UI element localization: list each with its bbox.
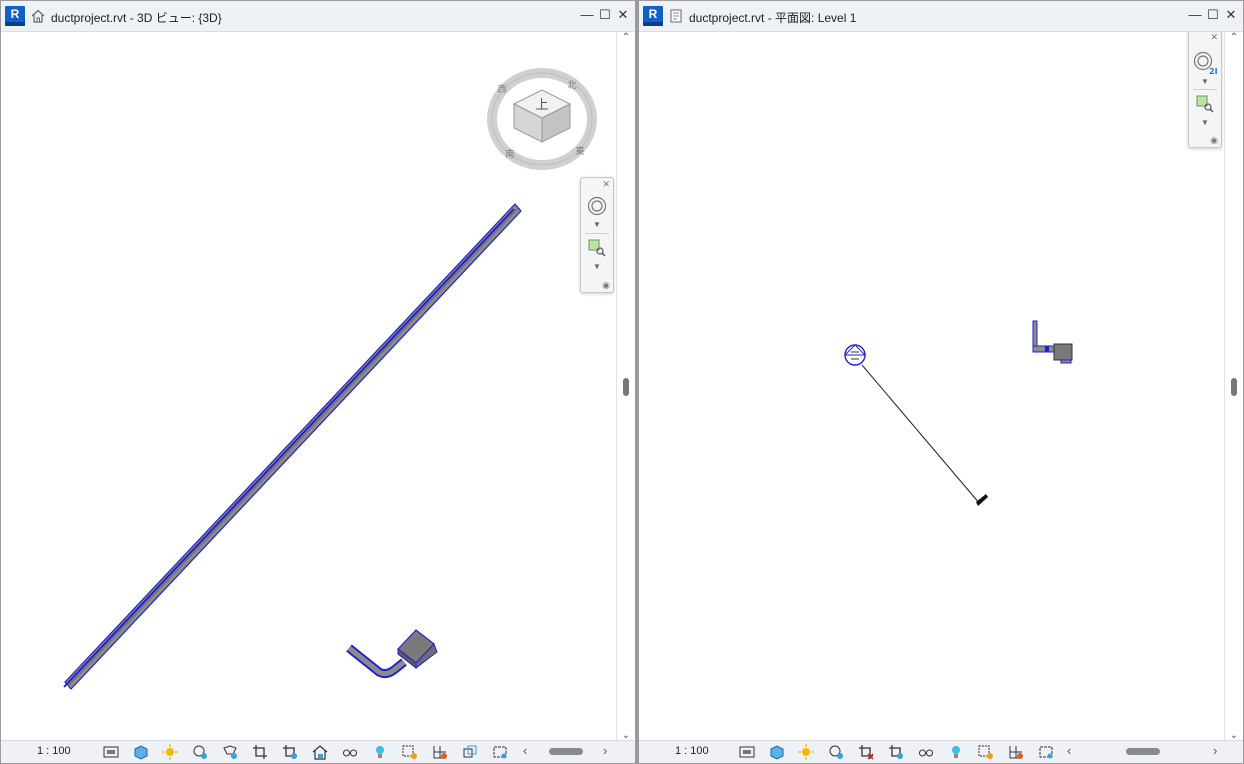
reveal-hidden-icon[interactable] xyxy=(948,744,964,760)
view-control-bar: 1 : 100 ‹ › xyxy=(1,740,635,763)
shadows-icon[interactable] xyxy=(192,744,208,760)
reveal-hidden-icon[interactable] xyxy=(372,744,388,760)
plan-graphics xyxy=(843,320,1073,506)
compass-north-label: 北 xyxy=(567,80,576,91)
viewcube[interactable]: 上 北 東 南 西 xyxy=(487,68,597,170)
compass-west-label: 西 xyxy=(497,84,506,95)
title-bar[interactable]: R ductproject.rvt - 平面図: Level 1 — ☐ ✕ xyxy=(639,1,1243,32)
horizontal-scroll-thumb[interactable] xyxy=(1126,748,1160,755)
window-title: ductproject.rvt - 3D ビュー: {3D} xyxy=(51,11,222,25)
scroll-up-arrow[interactable]: ⌃ xyxy=(617,32,635,43)
shadows-icon[interactable] xyxy=(828,744,844,760)
navbar-options-icon[interactable]: ◉ xyxy=(1210,135,1218,146)
chevron-down-icon[interactable]: ▼ xyxy=(593,220,601,229)
maximize-button[interactable]: ☐ xyxy=(597,7,613,23)
lock-3d-view-icon[interactable] xyxy=(312,744,328,760)
long-duct[interactable] xyxy=(63,203,522,690)
revit-logo-icon: R xyxy=(5,6,25,26)
crop-view-icon[interactable] xyxy=(252,744,268,760)
navigation-bar[interactable]: ✕ ▼ ▼ ◉ xyxy=(580,177,614,293)
visual-style-icon[interactable] xyxy=(769,744,785,760)
close-button[interactable]: ✕ xyxy=(615,7,631,23)
highlight-displacement-icon[interactable] xyxy=(462,744,478,760)
title-bar[interactable]: R ductproject.rvt - 3D ビュー: {3D} — ☐ ✕ xyxy=(1,1,635,32)
minimize-button[interactable]: — xyxy=(579,7,595,23)
nav-2d-label: 2D xyxy=(1209,67,1217,75)
elevation-marker[interactable] xyxy=(843,344,867,366)
maximize-button[interactable]: ☐ xyxy=(1205,7,1221,23)
revit-logo-icon: R xyxy=(643,6,663,26)
scroll-left-arrow[interactable]: ‹ xyxy=(1067,743,1071,758)
scroll-up-arrow[interactable]: ⌃ xyxy=(1225,32,1243,43)
navbar-options-icon[interactable]: ◉ xyxy=(602,280,610,291)
model-canvas-plan[interactable]: ✕ 2D ▼ ▼ ◉ xyxy=(640,32,1223,741)
analytical-model-icon[interactable] xyxy=(1008,744,1024,760)
vertical-scrollbar[interactable]: ⌃ ⌄ xyxy=(1224,32,1243,741)
navbar-close-icon[interactable]: ✕ xyxy=(602,179,610,190)
scroll-thumb[interactable] xyxy=(1231,378,1237,396)
house-3d-view-icon xyxy=(31,9,45,23)
view-window-plan[interactable]: R ductproject.rvt - 平面図: Level 1 — ☐ ✕ ✕… xyxy=(638,0,1244,764)
plan-view-icon xyxy=(670,9,682,23)
scroll-left-arrow[interactable]: ‹ xyxy=(523,743,527,758)
scroll-right-arrow[interactable]: › xyxy=(603,743,607,758)
view-control-bar: 1 : 100 ‹ › xyxy=(639,740,1243,763)
scroll-right-arrow[interactable]: › xyxy=(1213,743,1217,758)
close-button[interactable]: ✕ xyxy=(1223,7,1239,23)
chevron-down-icon[interactable]: ▼ xyxy=(593,262,601,271)
crop-view-icon[interactable] xyxy=(858,744,874,760)
temporary-hide-icon[interactable] xyxy=(342,744,358,760)
chevron-down-icon[interactable]: ▼ xyxy=(1201,77,1209,86)
temporary-view-properties-icon[interactable] xyxy=(978,744,994,760)
horizontal-scroll-thumb[interactable] xyxy=(549,748,583,755)
minimize-button[interactable]: — xyxy=(1187,7,1203,23)
compass-south-label: 南 xyxy=(505,148,514,160)
navigation-bar[interactable]: ✕ 2D ▼ ▼ ◉ xyxy=(1188,32,1222,148)
sun-path-icon[interactable] xyxy=(798,744,814,760)
temporary-hide-icon[interactable] xyxy=(918,744,934,760)
reveal-constraints-icon[interactable] xyxy=(492,744,508,760)
view-window-3d[interactable]: R ductproject.rvt - 3D ビュー: {3D} — ☐ ✕ 上… xyxy=(0,0,636,764)
elbow-duct-with-box[interactable] xyxy=(346,629,438,679)
navbar-divider xyxy=(585,233,609,234)
model-canvas-3d[interactable]: 上 北 東 南 西 ✕ ▼ ▼ ◉ xyxy=(2,32,615,741)
visual-style-icon[interactable] xyxy=(133,744,149,760)
detail-level-icon[interactable] xyxy=(739,744,755,760)
show-crop-region-icon[interactable] xyxy=(888,744,904,760)
reveal-constraints-icon[interactable] xyxy=(1038,744,1054,760)
vertical-scrollbar[interactable]: ⌃ ⌄ xyxy=(616,32,635,741)
scroll-thumb[interactable] xyxy=(623,378,629,396)
sun-path-icon[interactable] xyxy=(162,744,178,760)
zoom-region-icon[interactable] xyxy=(588,239,606,257)
navbar-close-icon[interactable]: ✕ xyxy=(1210,32,1218,43)
steering-wheel-icon[interactable] xyxy=(587,196,607,216)
section-line[interactable] xyxy=(861,364,988,506)
render-dialog-icon[interactable] xyxy=(222,744,238,760)
detail-level-icon[interactable] xyxy=(103,744,119,760)
navbar-divider xyxy=(1193,89,1217,90)
show-crop-region-icon[interactable] xyxy=(282,744,298,760)
steering-wheel-2d-icon[interactable]: 2D xyxy=(1193,51,1217,75)
view-scale[interactable]: 1 : 100 xyxy=(37,745,71,757)
compass-east-label: 東 xyxy=(575,145,584,157)
zoom-region-icon[interactable] xyxy=(1196,95,1214,113)
temporary-view-properties-icon[interactable] xyxy=(402,744,418,760)
viewcube-face-label: 上 xyxy=(535,98,548,113)
chevron-down-icon[interactable]: ▼ xyxy=(1201,118,1209,127)
view-scale[interactable]: 1 : 100 xyxy=(675,745,709,757)
analytical-model-icon[interactable] xyxy=(432,744,448,760)
window-title: ductproject.rvt - 平面図: Level 1 xyxy=(689,11,857,25)
plan-duct-with-box[interactable] xyxy=(1032,320,1073,364)
model-graphics: 上 北 東 南 西 xyxy=(63,68,597,690)
